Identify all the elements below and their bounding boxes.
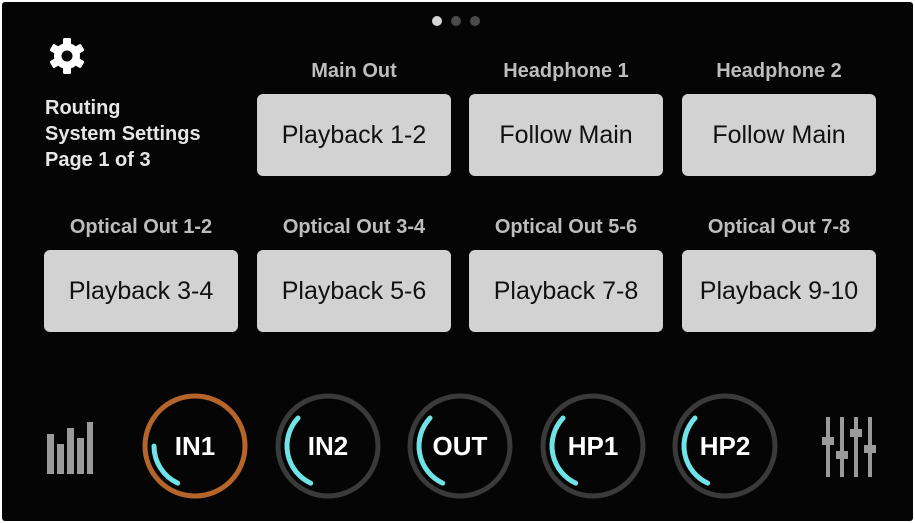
knob-out-label: OUT [432,430,488,461]
route-button-optical-7-8[interactable]: Playback 9-10 [682,250,876,332]
knob-hp2-label: HP2 [699,430,751,461]
knob-hp2[interactable]: HP2 [670,391,780,501]
route-label-optical-7-8: Optical Out 7-8 [707,216,851,238]
knob-in1[interactable]: IN1 [140,391,250,501]
page-number: Page 1 of 3 [45,149,151,171]
page-indicator [432,16,480,26]
route-button-optical-5-6[interactable]: Playback 7-8 [469,250,663,332]
route-label-optical-3-4: Optical Out 3-4 [282,216,426,238]
route-button-optical-1-2[interactable]: Playback 3-4 [44,250,238,332]
route-label-optical-1-2: Optical Out 1-2 [69,216,213,238]
route-label-headphone-2: Headphone 2 [716,60,842,82]
screen-info: Routing System Settings Page 1 of 3 [45,95,201,173]
page-dot-1[interactable] [432,16,442,26]
page-dot-3[interactable] [470,16,480,26]
route-label-optical-5-6: Optical Out 5-6 [494,216,638,238]
knob-in2-label: IN2 [307,430,349,461]
knob-out[interactable]: OUT [405,391,515,501]
meters-icon[interactable] [47,420,93,474]
device-screen: Routing System Settings Page 1 of 3 Main… [2,2,913,521]
route-button-headphone-1[interactable]: Follow Main [469,94,663,176]
section-subtitle: System Settings [45,123,201,145]
section-title: Routing [45,97,121,119]
gear-icon[interactable] [47,36,87,76]
route-button-main-out[interactable]: Playback 1-2 [257,94,451,176]
knob-hp1[interactable]: HP1 [538,391,648,501]
knob-in1-label: IN1 [174,430,216,461]
mixer-icon[interactable] [822,417,878,477]
knob-hp1-label: HP1 [567,430,619,461]
route-label-headphone-1: Headphone 1 [503,60,629,82]
page-dot-2[interactable] [451,16,461,26]
knob-in2[interactable]: IN2 [273,391,383,501]
route-button-optical-3-4[interactable]: Playback 5-6 [257,250,451,332]
route-button-headphone-2[interactable]: Follow Main [682,94,876,176]
route-label-main-out: Main Out [311,60,397,82]
